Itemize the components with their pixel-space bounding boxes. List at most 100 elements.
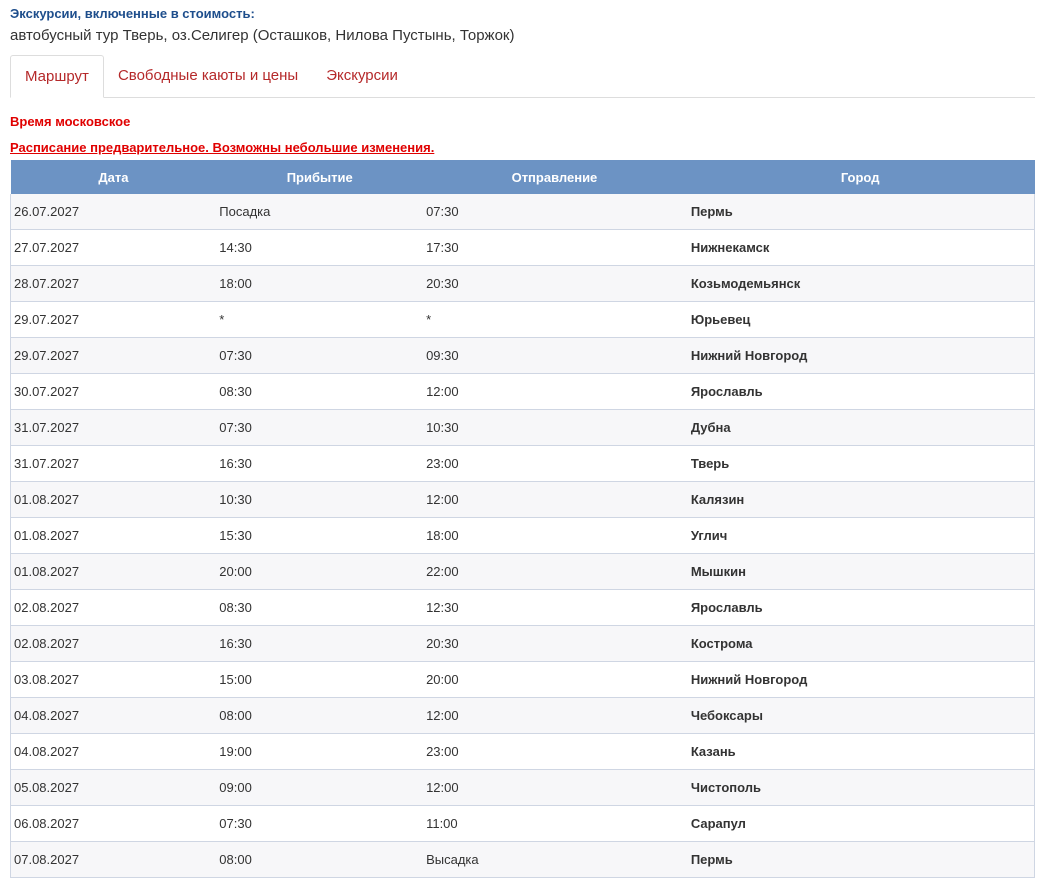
cell-date: 30.07.2027 bbox=[10, 373, 217, 410]
cell-departure: 20:30 bbox=[423, 625, 686, 662]
cell-city-link[interactable]: Кострома bbox=[685, 625, 1035, 662]
cell-city-link[interactable]: Юрьевец bbox=[685, 301, 1035, 338]
cell-departure: 12:00 bbox=[423, 769, 686, 806]
cell-arrival: 10:30 bbox=[216, 481, 424, 518]
table-row: 05.08.2027 09:00 12:00 Чистополь bbox=[10, 769, 1035, 806]
cell-city-link[interactable]: Нижний Новгород bbox=[685, 337, 1035, 374]
tab-route[interactable]: Маршрут bbox=[10, 55, 104, 98]
schedule-note-link[interactable]: Расписание предварительное. Возможны неб… bbox=[10, 140, 1035, 156]
cell-date: 04.08.2027 bbox=[10, 697, 217, 734]
table-row: 01.08.2027 15:30 18:00 Углич bbox=[10, 517, 1035, 554]
cell-departure: 09:30 bbox=[423, 337, 686, 374]
cell-date: 27.07.2027 bbox=[10, 229, 217, 266]
column-header-departure: Отправление bbox=[423, 160, 686, 194]
cell-date: 01.08.2027 bbox=[10, 481, 217, 518]
cell-arrival: 07:30 bbox=[216, 409, 424, 446]
cell-date: 07.08.2027 bbox=[10, 841, 217, 878]
cell-departure: 12:00 bbox=[423, 697, 686, 734]
cell-city-link[interactable]: Дубна bbox=[685, 409, 1035, 446]
cell-city-link[interactable]: Ярославль bbox=[685, 589, 1035, 626]
cell-arrival: 18:00 bbox=[216, 265, 424, 302]
table-header-row: Дата Прибытие Отправление Город bbox=[10, 160, 1035, 194]
cell-departure: 20:00 bbox=[423, 661, 686, 698]
cell-city-link[interactable]: Калязин bbox=[685, 481, 1035, 518]
cell-arrival: 19:00 bbox=[216, 733, 424, 770]
table-row: 03.08.2027 15:00 20:00 Нижний Новгород bbox=[10, 661, 1035, 698]
excursions-text: автобусный тур Тверь, оз.Селигер (Осташк… bbox=[10, 27, 515, 44]
table-row: 06.08.2027 07:30 11:00 Сарапул bbox=[10, 805, 1035, 842]
cell-departure: 12:00 bbox=[423, 373, 686, 410]
cell-arrival: 15:00 bbox=[216, 661, 424, 698]
cell-departure: 23:00 bbox=[423, 733, 686, 770]
cell-date: 29.07.2027 bbox=[10, 337, 217, 374]
table-row: 04.08.2027 08:00 12:00 Чебоксары bbox=[10, 697, 1035, 734]
cell-date: 01.08.2027 bbox=[10, 553, 217, 590]
cell-date: 04.08.2027 bbox=[10, 733, 217, 770]
tab-excursions[interactable]: Экскурсии bbox=[312, 55, 412, 97]
cell-arrival: 15:30 bbox=[216, 517, 424, 554]
cell-arrival: 07:30 bbox=[216, 337, 424, 374]
cell-departure: 12:00 bbox=[423, 481, 686, 518]
cell-departure: 17:30 bbox=[423, 229, 686, 266]
page: Экскурсии, включенные в стоимость: автоб… bbox=[0, 0, 1040, 878]
table-row: 30.07.2027 08:30 12:00 Ярославль bbox=[10, 373, 1035, 410]
tab-cabins-prices[interactable]: Свободные каюты и цены bbox=[104, 55, 312, 97]
cell-departure: 10:30 bbox=[423, 409, 686, 446]
cell-departure: 20:30 bbox=[423, 265, 686, 302]
cell-date: 29.07.2027 bbox=[10, 301, 217, 338]
cell-arrival: Посадка bbox=[216, 194, 424, 230]
cell-departure: Высадка bbox=[423, 841, 686, 878]
cell-arrival: 09:00 bbox=[216, 769, 424, 806]
table-row: 04.08.2027 19:00 23:00 Казань bbox=[10, 733, 1035, 770]
table-row: 02.08.2027 08:30 12:30 Ярославль bbox=[10, 589, 1035, 626]
table-row: 02.08.2027 16:30 20:30 Кострома bbox=[10, 625, 1035, 662]
cell-city-link[interactable]: Мышкин bbox=[685, 553, 1035, 590]
table-row: 31.07.2027 07:30 10:30 Дубна bbox=[10, 409, 1035, 446]
cell-date: 31.07.2027 bbox=[10, 409, 217, 446]
table-row: 27.07.2027 14:30 17:30 Нижнекамск bbox=[10, 229, 1035, 266]
cell-departure: 18:00 bbox=[423, 517, 686, 554]
column-header-date: Дата bbox=[10, 160, 217, 194]
table-row: 29.07.2027 07:30 09:30 Нижний Новгород bbox=[10, 337, 1035, 374]
cell-date: 06.08.2027 bbox=[10, 805, 217, 842]
cell-date: 31.07.2027 bbox=[10, 445, 217, 482]
cell-city-link[interactable]: Казань bbox=[685, 733, 1035, 770]
cell-date: 02.08.2027 bbox=[10, 625, 217, 662]
cell-arrival: * bbox=[216, 301, 424, 338]
cell-arrival: 20:00 bbox=[216, 553, 424, 590]
cell-departure: 07:30 bbox=[423, 194, 686, 230]
cell-date: 03.08.2027 bbox=[10, 661, 217, 698]
cell-departure: 22:00 bbox=[423, 553, 686, 590]
route-table: Дата Прибытие Отправление Город 26.07.20… bbox=[10, 160, 1035, 878]
cell-city-link[interactable]: Нижний Новгород bbox=[685, 661, 1035, 698]
table-row: 01.08.2027 10:30 12:00 Калязин bbox=[10, 481, 1035, 518]
table-row: 28.07.2027 18:00 20:30 Козьмодемьянск bbox=[10, 265, 1035, 302]
column-header-city: Город bbox=[685, 160, 1035, 194]
cell-departure: 23:00 bbox=[423, 445, 686, 482]
cell-city-link[interactable]: Ярославль bbox=[685, 373, 1035, 410]
cell-city-link[interactable]: Тверь bbox=[685, 445, 1035, 482]
cell-arrival: 16:30 bbox=[216, 625, 424, 662]
cell-departure: * bbox=[423, 301, 686, 338]
column-header-arrival: Прибытие bbox=[216, 160, 424, 194]
cell-city-link[interactable]: Козьмодемьянск bbox=[685, 265, 1035, 302]
table-row: 07.08.2027 08:00 Высадка Пермь bbox=[10, 841, 1035, 878]
cell-city-link[interactable]: Пермь bbox=[685, 194, 1035, 230]
cell-city-link[interactable]: Сарапул bbox=[685, 805, 1035, 842]
time-note: Время московское bbox=[10, 114, 131, 129]
cell-city-link[interactable]: Чебоксары bbox=[685, 697, 1035, 734]
table-row: 01.08.2027 20:00 22:00 Мышкин bbox=[10, 553, 1035, 590]
cell-city-link[interactable]: Чистополь bbox=[685, 769, 1035, 806]
cell-date: 05.08.2027 bbox=[10, 769, 217, 806]
cell-departure: 11:00 bbox=[423, 805, 686, 842]
cell-arrival: 08:00 bbox=[216, 841, 424, 878]
cell-city-link[interactable]: Пермь bbox=[685, 841, 1035, 878]
cell-date: 02.08.2027 bbox=[10, 589, 217, 626]
cell-arrival: 16:30 bbox=[216, 445, 424, 482]
table-row: 26.07.2027 Посадка 07:30 Пермь bbox=[10, 194, 1035, 230]
cell-departure: 12:30 bbox=[423, 589, 686, 626]
cell-city-link[interactable]: Нижнекамск bbox=[685, 229, 1035, 266]
cell-city-link[interactable]: Углич bbox=[685, 517, 1035, 554]
cell-date: 26.07.2027 bbox=[10, 194, 217, 230]
tab-bar: Маршрут Свободные каюты и цены Экскурсии bbox=[10, 55, 1035, 98]
